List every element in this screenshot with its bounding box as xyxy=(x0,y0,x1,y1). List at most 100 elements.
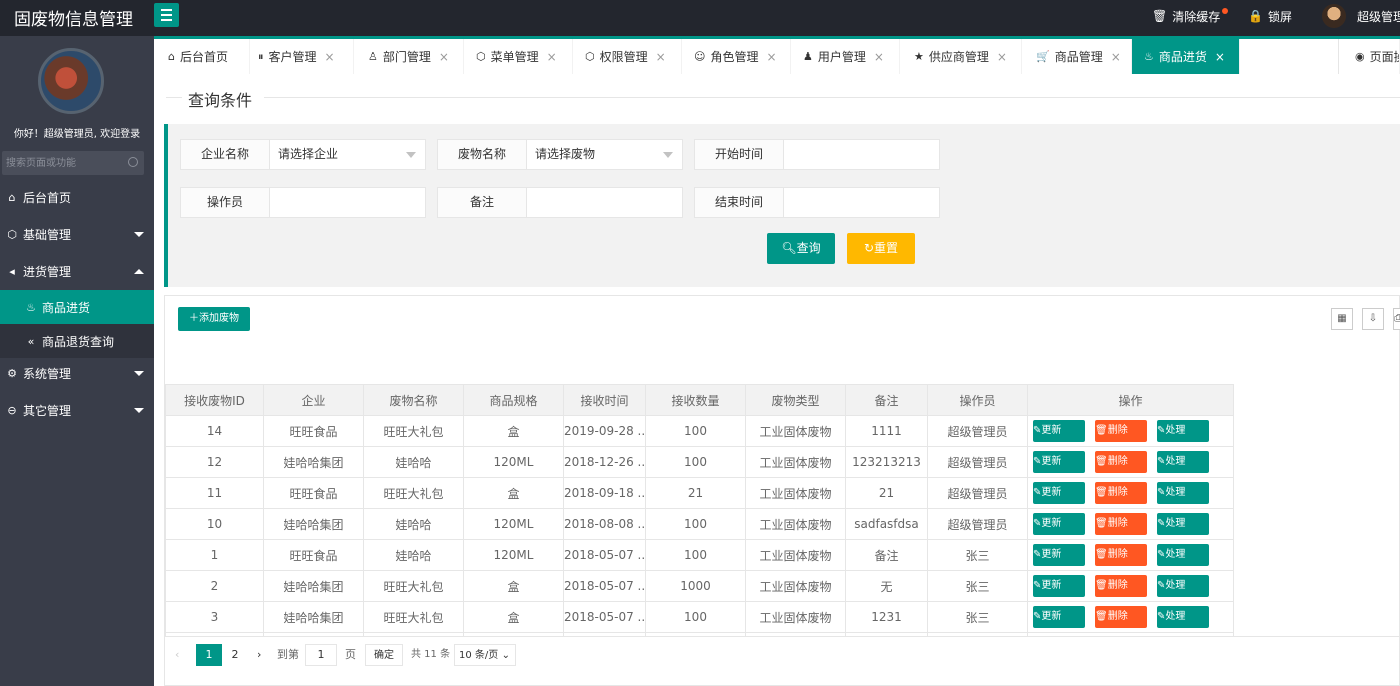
column-header[interactable]: 操作员 xyxy=(927,384,1028,416)
delete-button[interactable]: 🗑删除 xyxy=(1095,513,1147,535)
add-waste-button[interactable]: ＋添加废物 xyxy=(178,307,250,331)
column-header[interactable]: 接收时间 xyxy=(563,384,646,416)
table-cell: 21 xyxy=(645,477,746,509)
table-scroll-area[interactable]: 接收废物ID 企业 废物名称 商品规格 接收时间 接收数量 废物类型 备注 操作… xyxy=(165,340,1245,636)
tab-goods[interactable]: 🛒 商品管理 × xyxy=(1022,39,1132,74)
search-icon[interactable] xyxy=(128,157,138,167)
welcome-text: 你好！超级管理员, 欢迎登录 xyxy=(13,129,141,140)
table-row[interactable]: 2 娃哈哈集团 旺旺大礼包盒 2018-05-07 ... 1000 工业固体废物无张三 ✎… xyxy=(165,570,1234,602)
tab-goods-purchase[interactable]: ♨ 商品进货 × xyxy=(1132,39,1240,74)
process-button[interactable]: ✎处理 xyxy=(1157,513,1209,535)
page-number-input[interactable] xyxy=(305,644,337,666)
column-header[interactable]: 接收废物ID xyxy=(165,384,264,416)
column-header[interactable]: 接收数量 xyxy=(645,384,746,416)
column-header[interactable]: 废物类型 xyxy=(745,384,846,416)
update-button[interactable]: ✎更新 xyxy=(1033,451,1085,473)
remark-input[interactable] xyxy=(526,187,683,218)
sidebar-item-goods-return[interactable]: « 商品退货查询 xyxy=(0,324,154,358)
export-icon[interactable]: ⇩ xyxy=(1362,308,1384,330)
process-button[interactable]: ✎处理 xyxy=(1157,544,1209,566)
next-page-icon[interactable]: › xyxy=(257,644,261,666)
update-button[interactable]: ✎更新 xyxy=(1033,544,1085,566)
delete-button[interactable]: 🗑删除 xyxy=(1095,451,1147,473)
lock-screen-button[interactable]: 🔒 锁屏 xyxy=(1248,0,1292,32)
prev-page-icon[interactable]: ‹ xyxy=(175,644,179,666)
update-button[interactable]: ✎更新 xyxy=(1033,575,1085,597)
process-button[interactable]: ✎处理 xyxy=(1157,606,1209,628)
delete-button[interactable]: 🗑删除 xyxy=(1095,606,1147,628)
update-button[interactable]: ✎更新 xyxy=(1033,420,1085,442)
delete-button[interactable]: 🗑删除 xyxy=(1095,420,1147,442)
process-button[interactable]: ✎处理 xyxy=(1157,575,1209,597)
confirm-page-button[interactable]: 确定 xyxy=(365,644,403,666)
close-icon[interactable]: × xyxy=(874,50,884,64)
page-1-button[interactable]: 1 xyxy=(196,644,222,666)
close-icon[interactable]: × xyxy=(766,50,776,64)
operator-input[interactable] xyxy=(269,187,426,218)
close-icon[interactable]: × xyxy=(656,50,666,64)
tab-home[interactable]: ⌂ 后台首页 xyxy=(154,39,250,74)
tab-permission[interactable]: ⬡ 权限管理 × xyxy=(573,39,682,74)
table-row[interactable]: 10 娃哈哈集团 娃哈哈 120ML 2018-08-08 ... 100 工业固体废物 sa… xyxy=(165,508,1234,540)
waste-select[interactable]: 请选择废物 xyxy=(526,139,683,170)
table-row[interactable]: 11 旺旺食品 旺旺大礼包盒 2018-09-18 ... 21 工业固体废物 21 超级管理… xyxy=(165,477,1234,509)
sidebar-item-purchase[interactable]: ◂ 进货管理 xyxy=(0,254,154,288)
column-header[interactable]: 商品规格 xyxy=(463,384,564,416)
close-icon[interactable]: × xyxy=(325,50,335,64)
page-2-button[interactable]: 2 xyxy=(227,644,243,666)
per-page-select[interactable]: 10 条/页 ⌄ xyxy=(454,644,516,666)
table-row[interactable]: 3 娃哈哈集团 旺旺大礼包盒 2018-05-07 ... 100 工业固体废物 1231 张… xyxy=(165,601,1234,633)
sidebar-item-system[interactable]: ⚙ 系统管理 xyxy=(0,356,154,390)
sidebar-item-home[interactable]: ⌂ 后台首页 xyxy=(0,180,154,214)
user-menu[interactable]: 超级管理 xyxy=(1322,0,1400,32)
close-icon[interactable]: × xyxy=(547,50,557,64)
table-cell: 1000 xyxy=(645,570,746,602)
update-button[interactable]: ✎更新 xyxy=(1033,513,1085,535)
column-header[interactable]: 操作 xyxy=(1027,384,1234,416)
process-button[interactable]: ✎处理 xyxy=(1157,420,1209,442)
menu-toggle-button[interactable] xyxy=(154,3,179,27)
clear-cache-button[interactable]: 🗑 清除缓存 xyxy=(1152,0,1229,32)
delete-button[interactable]: 🗑删除 xyxy=(1095,544,1147,566)
tab-user[interactable]: ♟ 用户管理 × xyxy=(791,39,900,74)
start-time-input[interactable] xyxy=(783,139,940,170)
sidebar-item-goods-purchase[interactable]: ♨ 商品进货 xyxy=(0,290,154,324)
close-icon[interactable]: × xyxy=(1111,50,1121,64)
table-row[interactable]: 14 旺旺食品 旺旺大礼包盒 2019-09-28 ... 100 工业固体废物 1111 超… xyxy=(165,415,1234,447)
home-icon: ⌂ xyxy=(168,50,175,63)
print-icon[interactable]: ⎙ xyxy=(1393,308,1400,330)
delete-button[interactable]: 🗑删除 xyxy=(1095,575,1147,597)
column-header[interactable]: 企业 xyxy=(263,384,364,416)
tab-supplier[interactable]: ★ 供应商管理 × xyxy=(900,39,1022,74)
close-icon[interactable]: × xyxy=(439,50,449,64)
tab-page-ops[interactable]: ◉ 页面操 xyxy=(1338,39,1400,74)
tab-department[interactable]: ♙ 部门管理 × xyxy=(354,39,464,74)
page-unit-label: 页 xyxy=(345,648,356,661)
home-icon: ⌂ xyxy=(8,190,16,204)
columns-filter-icon[interactable]: ▦ xyxy=(1331,308,1353,330)
process-button[interactable]: ✎处理 xyxy=(1157,451,1209,473)
search-button[interactable]: 🔍︎查询 xyxy=(767,233,835,264)
delete-button-label: 删除 xyxy=(1107,487,1128,498)
column-header[interactable]: 废物名称 xyxy=(363,384,464,416)
end-time-input[interactable] xyxy=(783,187,940,218)
sidebar-item-other[interactable]: ⊖ 其它管理 xyxy=(0,393,154,427)
tab-customer[interactable]: ⏸ 客户管理 × xyxy=(250,39,354,74)
table-row[interactable]: 1 旺旺食品 娃哈哈 120ML 2018-05-07 ... 100 工业固体废物 备注 张三… xyxy=(165,539,1234,571)
reset-button[interactable]: ↻重置 xyxy=(847,233,915,264)
table-cell: 备注 xyxy=(845,539,928,571)
tab-menu[interactable]: ⬡ 菜单管理 × xyxy=(464,39,573,74)
table-cell: 工业固体废物 xyxy=(745,446,846,478)
process-button[interactable]: ✎处理 xyxy=(1157,482,1209,504)
sidebar-item-basic[interactable]: ⬡ 基础管理 xyxy=(0,217,154,251)
column-header[interactable]: 备注 xyxy=(845,384,928,416)
delete-button[interactable]: 🗑删除 xyxy=(1095,482,1147,504)
company-select[interactable]: 请选择企业 xyxy=(269,139,426,170)
update-button[interactable]: ✎更新 xyxy=(1033,606,1085,628)
close-icon[interactable]: × xyxy=(997,50,1007,64)
table-row[interactable]: 12 娃哈哈集团 娃哈哈 120ML 2018-12-26 ... 100 工业固体废物 12… xyxy=(165,446,1234,478)
close-icon[interactable]: × xyxy=(1215,50,1225,64)
tab-role[interactable]: ☺ 角色管理 × xyxy=(682,39,791,74)
update-button[interactable]: ✎更新 xyxy=(1033,482,1085,504)
sidebar-search-input[interactable] xyxy=(6,155,121,171)
